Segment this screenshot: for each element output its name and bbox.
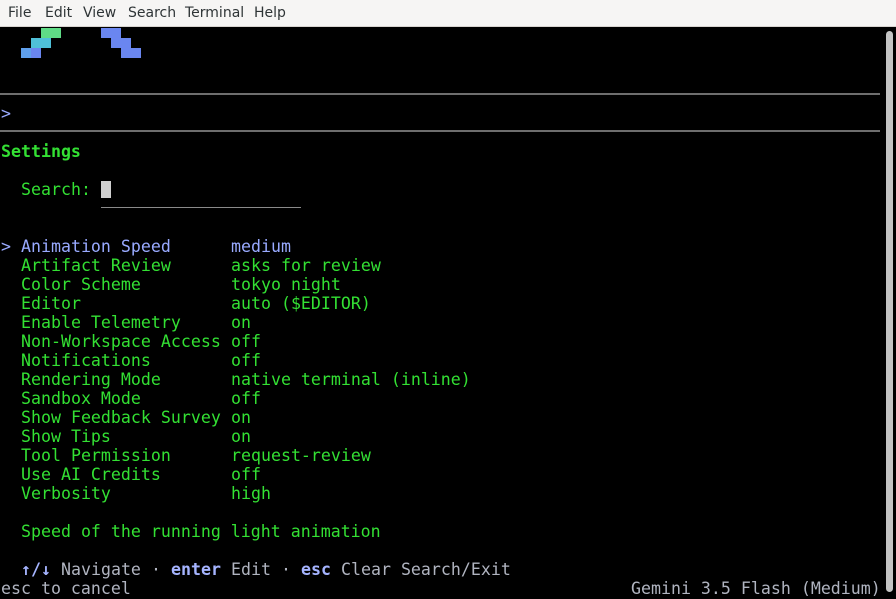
selection-marker: > (1, 237, 11, 256)
setting-value: off (231, 332, 261, 351)
setting-label: Animation Speed (21, 237, 171, 256)
terminal-view[interactable]: > Settings Search: > Animation Speed med… (0, 27, 882, 599)
setting-label: Verbosity (21, 484, 111, 503)
hint-enter-key: enter (171, 560, 221, 579)
hint-esc-key: esc (301, 560, 331, 579)
setting-value: off (231, 351, 261, 370)
setting-value: tokyo night (231, 275, 341, 294)
settings-title: Settings (1, 142, 81, 161)
setting-value: auto ($EDITOR) (231, 294, 371, 313)
scrollbar-thumb[interactable] (886, 31, 893, 592)
setting-label: Artifact Review (21, 256, 171, 275)
menu-search[interactable]: Search (128, 5, 176, 22)
setting-value: off (231, 465, 261, 484)
setting-label: Use AI Credits (21, 465, 161, 484)
hint-separator: · (151, 560, 161, 579)
menubar: File Edit View Search Terminal Help (0, 0, 896, 27)
menu-help[interactable]: Help (254, 5, 286, 22)
setting-label: Notifications (21, 351, 151, 370)
search-label: Search: (21, 180, 91, 199)
model-status: Gemini 3.5 Flash (Medium) (631, 579, 881, 598)
menu-edit[interactable]: Edit (45, 5, 72, 22)
arrow-keys-icon: ↑/↓ (21, 560, 51, 579)
scrollbar[interactable] (882, 27, 896, 599)
prompt-symbol: > (1, 104, 11, 123)
setting-value: on (231, 408, 251, 427)
setting-label: Show Tips (21, 427, 111, 446)
setting-label: Editor (21, 294, 81, 313)
setting-label: Non-Workspace Access (21, 332, 221, 351)
hint-edit: Edit (231, 560, 271, 579)
setting-value: request-review (231, 446, 371, 465)
footer-cancel-hint: esc to cancel (1, 579, 131, 598)
setting-label: Tool Permission (21, 446, 171, 465)
setting-label: Show Feedback Survey (21, 408, 221, 427)
setting-description: Speed of the running light animation (21, 522, 381, 541)
divider-bottom (0, 130, 880, 132)
setting-value: on (231, 427, 251, 446)
hint-navigate: Navigate (61, 560, 141, 579)
divider-top (0, 93, 880, 95)
setting-label: Sandbox Mode (21, 389, 141, 408)
setting-value: medium (231, 237, 291, 256)
search-underline (101, 207, 301, 208)
setting-value: asks for review (231, 256, 381, 275)
setting-label: Enable Telemetry (21, 313, 181, 332)
setting-value: on (231, 313, 251, 332)
setting-label: Rendering Mode (21, 370, 161, 389)
text-cursor (101, 181, 111, 198)
hint-separator: · (281, 560, 291, 579)
setting-label: Color Scheme (21, 275, 141, 294)
menu-terminal[interactable]: Terminal (185, 5, 244, 22)
menu-file[interactable]: File (8, 5, 31, 22)
menu-view[interactable]: View (83, 5, 116, 22)
setting-value: high (231, 484, 271, 503)
setting-value: off (231, 389, 261, 408)
hint-clear-search-exit: Clear Search/Exit (341, 560, 511, 579)
setting-value: native terminal (inline) (231, 370, 471, 389)
